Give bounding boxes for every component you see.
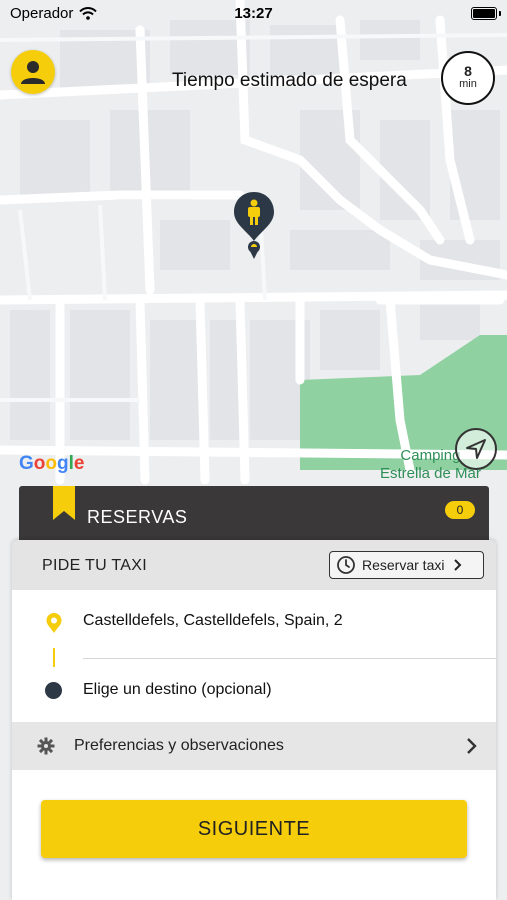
battery-tip — [499, 11, 501, 16]
chevron-right-icon — [454, 559, 462, 571]
wait-time-value: 8 — [464, 63, 472, 79]
reservations-bar[interactable]: RESERVAS 0 — [19, 486, 489, 544]
destination-dot-icon — [45, 682, 62, 699]
reservations-count-badge: 0 — [445, 501, 475, 519]
person-pin-icon — [234, 192, 274, 259]
destination-placeholder: Elige un destino (opcional) — [83, 681, 272, 698]
panel-title: PIDE TU TAXI — [42, 557, 147, 574]
route-connector — [53, 648, 55, 667]
preferences-row[interactable]: Preferencias y observaciones — [12, 722, 496, 770]
origin-pin-icon — [46, 613, 62, 633]
google-logo: Google — [19, 453, 85, 474]
divider — [83, 658, 496, 659]
request-taxi-panel: PIDE TU TAXI Reservar taxi Castelldefels… — [12, 540, 496, 900]
panel-header: PIDE TU TAXI Reservar taxi — [12, 540, 496, 590]
recenter-button[interactable] — [455, 428, 497, 470]
wait-time-label: Tiempo estimado de espera — [172, 70, 407, 91]
user-icon — [21, 61, 45, 84]
wait-time-badge: 8 min — [441, 51, 495, 105]
chevron-right-icon — [467, 738, 477, 754]
origin-field[interactable]: Castelldefels, Castelldefels, Spain, 2 — [12, 602, 496, 642]
clock: 13:27 — [234, 5, 273, 22]
status-bar: Operador 13:27 — [0, 0, 507, 28]
next-button[interactable]: SIGUIENTE — [41, 800, 467, 858]
reserve-taxi-button[interactable]: Reservar taxi — [329, 551, 484, 579]
bookmark-icon — [53, 486, 75, 520]
wait-time-unit: min — [459, 78, 477, 90]
preferences-label: Preferencias y observaciones — [74, 737, 284, 754]
origin-address: Castelldefels, Castelldefels, Spain, 2 — [83, 612, 343, 629]
location-pin[interactable] — [233, 191, 275, 266]
reserve-taxi-label: Reservar taxi — [362, 557, 445, 573]
battery-icon — [471, 7, 497, 20]
profile-button[interactable] — [11, 50, 55, 94]
clock-icon — [337, 556, 355, 574]
gear-icon — [37, 737, 55, 755]
navigation-arrow-icon — [466, 439, 486, 459]
reservations-label: RESERVAS — [87, 507, 188, 527]
